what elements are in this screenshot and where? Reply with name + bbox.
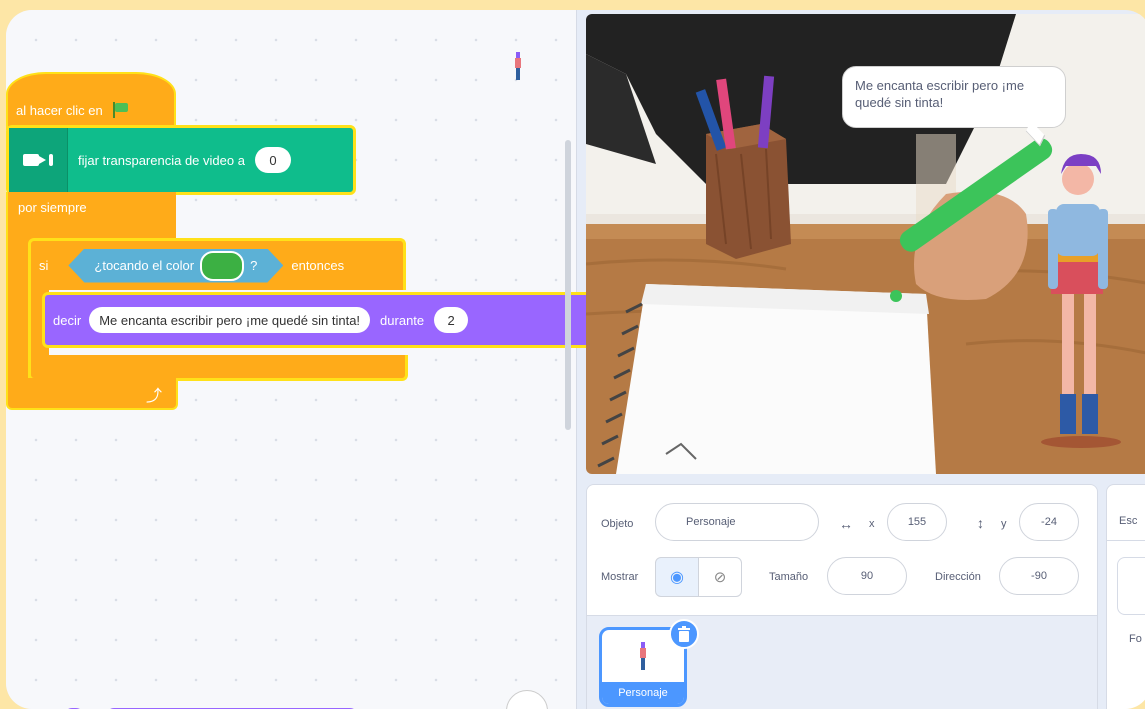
forever-block-arm xyxy=(6,238,30,388)
show-visible-toggle[interactable]: ◉ xyxy=(655,557,699,597)
app-frame: al hacer clic en fijar transparencia de … xyxy=(6,10,1145,709)
if-label: si xyxy=(39,258,49,273)
mini-sprite-icon xyxy=(515,52,521,80)
trash-icon xyxy=(678,626,690,642)
eye-icon: ◉ xyxy=(670,569,684,586)
for-label: durante xyxy=(380,312,425,328)
touching-color-block[interactable]: ¿tocando el color ? xyxy=(68,249,283,283)
green-flag-icon xyxy=(111,102,129,118)
horizontal-arrow-icon: ↔ xyxy=(839,516,853,532)
y-position-input[interactable]: -24 xyxy=(1019,503,1079,541)
delete-sprite-button[interactable] xyxy=(669,619,699,649)
eye-hidden-icon: ⊘ xyxy=(713,569,727,586)
object-label: Objeto xyxy=(601,518,634,530)
when-flag-label: al hacer clic en xyxy=(16,102,103,118)
vertical-arrow-icon: ↕ xyxy=(977,515,984,531)
direction-label: Dirección xyxy=(935,571,981,583)
stage[interactable]: Me encanta escribir pero ¡me quedé sin t… xyxy=(586,14,1145,474)
stage-panel-title: Esc xyxy=(1119,515,1138,527)
set-video-transparency-block[interactable]: fijar transparencia de video a 0 xyxy=(6,125,356,195)
loop-arrow-icon: ⤴ xyxy=(145,388,162,405)
speech-bubble: Me encanta escribir pero ¡me quedé sin t… xyxy=(842,66,1066,128)
x-position-input[interactable]: 155 xyxy=(887,503,947,541)
size-input[interactable]: 90 xyxy=(827,557,907,595)
x-label: x xyxy=(869,518,875,530)
touching-color-question: ? xyxy=(250,258,258,273)
y-label: y xyxy=(1001,518,1007,530)
sprite-panel: Objeto Personaje ↔ x 155 ↕ y -24 Mostrar… xyxy=(586,484,1098,709)
say-for-secs-block[interactable]: decir Me encanta escribir pero ¡me quedé… xyxy=(42,292,602,348)
say-seconds-input[interactable]: 2 xyxy=(434,307,469,333)
when-flag-clicked-block[interactable]: al hacer clic en xyxy=(6,72,176,130)
show-hidden-toggle[interactable]: ⊘ xyxy=(698,557,742,597)
code-area[interactable]: al hacer clic en fijar transparencia de … xyxy=(6,10,602,709)
say-label: decir xyxy=(53,312,82,328)
show-label: Mostrar xyxy=(601,571,639,583)
forever-block[interactable]: por siempre xyxy=(6,192,176,242)
if-then-block[interactable]: si ¿tocando el color ? entonces xyxy=(28,238,406,290)
direction-input[interactable]: -90 xyxy=(999,557,1079,595)
color-swatch[interactable] xyxy=(200,251,244,281)
video-sensing-icon xyxy=(9,128,68,192)
say-text-input[interactable]: Me encanta escribir pero ¡me quedé sin t… xyxy=(89,307,371,333)
touching-color-label: ¿tocando el color xyxy=(94,258,195,273)
sprite-thumbnail-label: Personaje xyxy=(602,682,684,704)
size-label: Tamaño xyxy=(769,571,809,583)
then-label: entonces xyxy=(291,258,345,273)
backdrops-label: Fo xyxy=(1129,633,1142,645)
sprite-name-input[interactable]: Personaje xyxy=(655,503,819,541)
video-transparency-input[interactable]: 0 xyxy=(254,147,291,173)
sprite-info-bar: Objeto Personaje ↔ x 155 ↕ y -24 Mostrar… xyxy=(587,485,1097,616)
forever-block-bottom: ⤴ xyxy=(6,378,178,410)
stage-thumbnail[interactable] xyxy=(1117,557,1145,615)
video-block-label: fijar transparencia de video a xyxy=(78,152,245,168)
code-area-scrollbar[interactable] xyxy=(565,140,571,430)
forever-label: por siempre xyxy=(18,199,87,215)
stage-panel[interactable]: Esc Fo xyxy=(1106,484,1145,709)
